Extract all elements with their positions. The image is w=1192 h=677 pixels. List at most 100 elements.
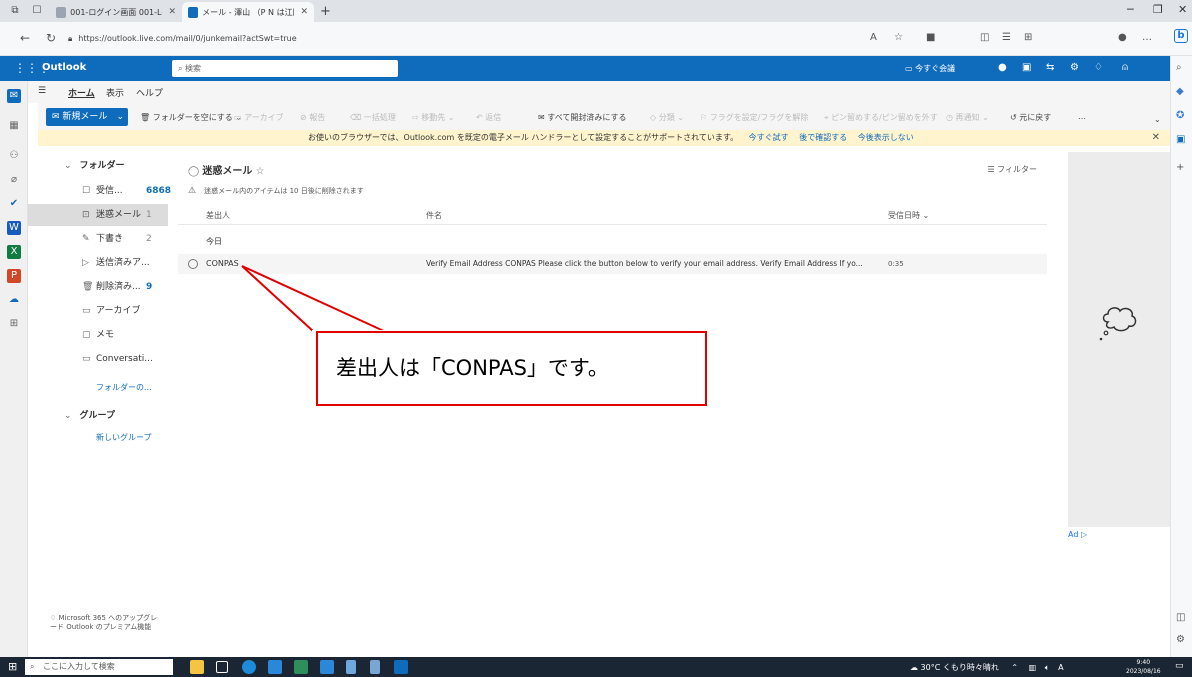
search-icon[interactable]: ⌕	[1176, 62, 1182, 73]
weather-text[interactable]: 30°C くもり時々晴れ	[921, 663, 999, 672]
reply-button[interactable]: ↶ 返信	[476, 112, 501, 123]
tab-home[interactable]: ホーム	[68, 86, 95, 99]
select-all-icon[interactable]: ◯	[188, 166, 202, 177]
close-icon[interactable]: ✕	[300, 7, 308, 17]
attach-icon[interactable]: ⌀	[7, 173, 21, 187]
folder-drafts[interactable]: ✎ 下書き 2	[28, 228, 168, 250]
snooze-button[interactable]: ◷ 再通知 ⌄	[946, 112, 989, 123]
tab-actions-icon[interactable]: ☐	[30, 4, 44, 18]
chevron-down-icon[interactable]: ⌄	[116, 108, 124, 126]
archive-button[interactable]: ▭ アーカイブ	[234, 112, 284, 123]
never-link[interactable]: 今後表示しない	[858, 133, 914, 142]
paint-app-icon[interactable]	[370, 660, 380, 674]
edge-browser-icon[interactable]	[242, 660, 256, 674]
upgrade-promo[interactable]: ♢ Microsoft 365 へのアップグレード Outlook のプレミアム…	[50, 614, 160, 632]
todo-icon[interactable]: ✔	[7, 197, 21, 211]
undo-button[interactable]: ↺ 元に戻す	[1010, 112, 1051, 123]
word-icon[interactable]: W	[7, 221, 21, 235]
folder-deleted[interactable]: 🗑︎ 削除済み... 9	[28, 276, 168, 298]
settings-gear-icon[interactable]: ⚙	[1070, 62, 1079, 73]
restore-icon[interactable]: ❐	[1153, 3, 1163, 16]
account-icon[interactable]: ⍝	[1122, 62, 1128, 73]
try-now-link[interactable]: 今すぐ試す	[749, 133, 789, 142]
folders-header[interactable]: ⌄ フォルダー	[64, 158, 125, 171]
ad-choices-badge[interactable]: Ad ▷	[1068, 530, 1087, 539]
outlook-app-icon[interactable]	[394, 660, 408, 674]
categorize-button[interactable]: ◇ 分類 ⌄	[650, 112, 684, 123]
later-link[interactable]: 後で確認する	[799, 133, 847, 142]
store-icon[interactable]	[268, 660, 282, 674]
tab-help[interactable]: ヘルプ	[136, 86, 163, 99]
report-button[interactable]: ⊘ 報告	[300, 112, 325, 123]
favorite-star-icon[interactable]: ☆	[252, 166, 265, 177]
powerpoint-icon[interactable]: P	[7, 269, 21, 283]
task-view-icon[interactable]	[216, 661, 228, 673]
premium-icon[interactable]: ♢	[1094, 62, 1103, 73]
more-apps-icon[interactable]: ⊞	[7, 317, 21, 331]
empty-folder-button[interactable]: 🗑︎ フォルダーを空にする ⌄	[140, 112, 242, 123]
window-close-icon[interactable]: ✕	[1178, 3, 1187, 16]
outlook-sidebar-icon[interactable]: ▣	[1176, 134, 1185, 145]
taskbar-search-input[interactable]: ⌕ ここに入力して検索	[25, 659, 173, 675]
onedrive-icon[interactable]: ☁	[7, 293, 21, 307]
weather-icon[interactable]: ☁	[910, 663, 921, 672]
outlook-brand[interactable]: Outlook	[42, 62, 86, 73]
refresh-icon[interactable]: ↻	[46, 31, 56, 45]
chevron-down-icon[interactable]: ⌄	[1154, 115, 1161, 124]
close-icon[interactable]: ✕	[168, 7, 176, 17]
select-checkbox[interactable]	[188, 259, 198, 269]
mark-all-read-button[interactable]: ✉ すべて開封済みにする	[538, 112, 626, 123]
more-commands-button[interactable]: …	[1078, 112, 1086, 121]
windows-start-icon[interactable]: ⊞	[8, 660, 17, 673]
meet-now-button[interactable]: ▭ 今すぐ会議	[905, 63, 955, 74]
bing-copilot-icon[interactable]: b	[1174, 29, 1188, 43]
new-mail-button[interactable]: ✉ 新規メール ⌄	[46, 108, 128, 126]
column-received[interactable]: 受信日時 ⌄	[888, 210, 929, 221]
browser-tab-login[interactable]: 001-ログイン画面 001-Login scre ✕	[50, 2, 182, 22]
notification-icon[interactable]: ▭	[1175, 661, 1184, 671]
teams-icon[interactable]: ▣	[1022, 62, 1031, 73]
flag-button[interactable]: ⚐ フラグを設定/フラグを解除	[700, 112, 808, 123]
browser-tab-outlook[interactable]: メール - 澤山 （P N は江田） - O ✕	[182, 2, 314, 22]
more-icon[interactable]: …	[1142, 32, 1152, 43]
pin-button[interactable]: ⌖ ピン留めする/ピン留めを外す	[824, 112, 938, 123]
folder-sent[interactable]: ▷ 送信済みア...	[28, 252, 168, 274]
add-icon[interactable]: +	[1176, 162, 1184, 173]
workspaces-icon[interactable]: ⧉	[8, 4, 22, 18]
read-aloud-icon[interactable]: A	[870, 32, 877, 43]
folder-inbox[interactable]: ☐ 受信... 6868	[28, 180, 171, 202]
search-input[interactable]: ⌕ 検索	[172, 60, 398, 77]
favorite-star-icon[interactable]: ☆	[894, 32, 903, 43]
volume-icon[interactable]: 🔈︎	[1045, 663, 1050, 672]
extension-icon[interactable]: ■	[926, 32, 935, 43]
spreadsheet-app-icon[interactable]	[294, 660, 308, 674]
excel-icon[interactable]: X	[7, 245, 21, 259]
new-group-link[interactable]: 新しいグループ	[96, 432, 152, 443]
close-icon[interactable]: ✕	[1152, 130, 1160, 146]
clock[interactable]: 9:40 2023/08/16	[1126, 658, 1161, 676]
file-explorer-icon[interactable]	[190, 660, 204, 674]
my-day-icon[interactable]: ⇆	[1046, 62, 1054, 73]
tools-icon[interactable]: ✪	[1176, 110, 1184, 121]
pen-app-icon[interactable]	[346, 660, 356, 674]
tray-chevron-icon[interactable]: ⌃	[1011, 663, 1018, 672]
column-sender[interactable]: 差出人	[206, 210, 230, 221]
skype-icon[interactable]: ●	[998, 62, 1007, 73]
ime-icon[interactable]: A	[1058, 663, 1063, 672]
favorites-icon[interactable]: ☰	[1002, 32, 1011, 43]
sidebar-toggle-icon[interactable]: ◫	[1176, 612, 1185, 623]
filter-button[interactable]: ☰ フィルター	[987, 164, 1037, 175]
folder-notes[interactable]: ▢ メモ	[28, 324, 168, 346]
folder-archive[interactable]: ▭ アーカイブ	[28, 300, 168, 322]
tab-view[interactable]: 表示	[106, 86, 124, 99]
split-screen-icon[interactable]: ◫	[980, 32, 989, 43]
settings-gear-icon[interactable]: ⚙	[1176, 634, 1185, 645]
calendar-icon[interactable]: ▦	[7, 119, 21, 133]
people-icon[interactable]: ⚇	[7, 149, 21, 163]
folder-junk[interactable]: ⊡ 迷惑メール 1	[28, 204, 168, 226]
shopping-tag-icon[interactable]: ◆	[1176, 86, 1184, 97]
create-folder-link[interactable]: フォルダーの...	[96, 382, 152, 393]
profile-icon[interactable]: ●	[1118, 32, 1127, 43]
new-tab-icon[interactable]: +	[320, 4, 331, 19]
back-icon[interactable]: ←	[20, 31, 30, 45]
